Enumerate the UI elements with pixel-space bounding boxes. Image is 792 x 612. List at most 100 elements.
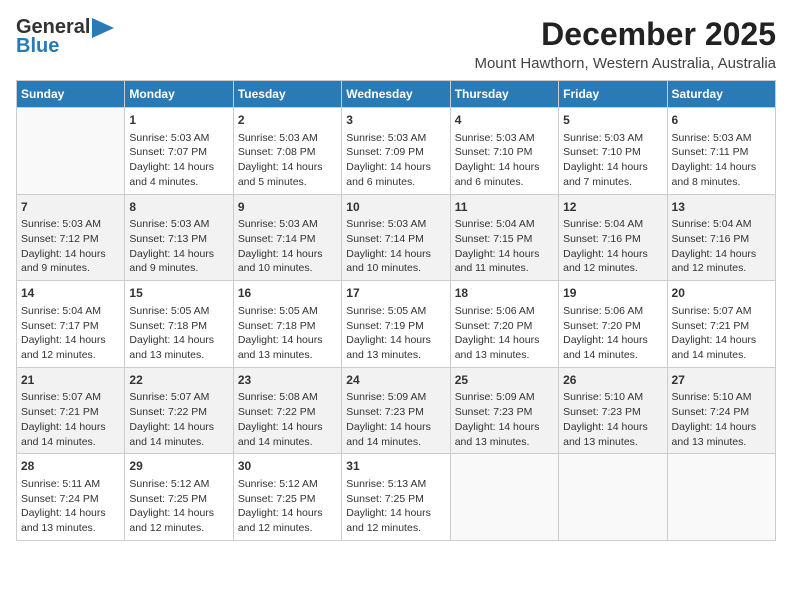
table-row [17, 108, 125, 195]
calendar-week-row: 1Sunrise: 5:03 AM Sunset: 7:07 PM Daylig… [17, 108, 776, 195]
day-number: 25 [455, 372, 554, 389]
day-number: 8 [129, 199, 228, 216]
day-info: Sunrise: 5:04 AM Sunset: 7:16 PM Dayligh… [563, 217, 662, 276]
day-info: Sunrise: 5:10 AM Sunset: 7:24 PM Dayligh… [672, 390, 771, 449]
calendar-table: Sunday Monday Tuesday Wednesday Thursday… [16, 80, 776, 541]
day-number: 20 [672, 285, 771, 302]
day-number: 17 [346, 285, 445, 302]
table-row [450, 454, 558, 541]
day-info: Sunrise: 5:04 AM Sunset: 7:17 PM Dayligh… [21, 304, 120, 363]
table-row: 8Sunrise: 5:03 AM Sunset: 7:13 PM Daylig… [125, 194, 233, 281]
day-number: 14 [21, 285, 120, 302]
location-title: Mount Hawthorn, Western Australia, Austr… [474, 55, 776, 72]
table-row: 15 Sunrise: 5:05 AM Sunset: 7:18 PM Dayli… [125, 281, 233, 368]
calendar-header-row: Sunday Monday Tuesday Wednesday Thursday… [17, 81, 776, 108]
table-row: 10Sunrise: 5:03 AM Sunset: 7:14 PM Dayli… [342, 194, 450, 281]
calendar-week-row: 14 Sunrise: 5:04 AM Sunset: 7:17 PM Dayli… [17, 281, 776, 368]
day-number: 26 [563, 372, 662, 389]
day-number: 18 [455, 285, 554, 302]
table-row: 2 Sunrise: 5:03 AM Sunset: 7:08 PM Daylig… [233, 108, 341, 195]
calendar-week-row: 21Sunrise: 5:07 AM Sunset: 7:21 PM Dayli… [17, 367, 776, 454]
logo: General Blue [16, 16, 114, 58]
table-row: 16Sunrise: 5:05 AM Sunset: 7:18 PM Dayli… [233, 281, 341, 368]
col-monday: Monday [125, 81, 233, 108]
table-row: 11Sunrise: 5:04 AM Sunset: 7:15 PM Dayli… [450, 194, 558, 281]
table-row: 26Sunrise: 5:10 AM Sunset: 7:23 PM Dayli… [559, 367, 667, 454]
day-number: 7 [21, 199, 120, 216]
table-row: 21Sunrise: 5:07 AM Sunset: 7:21 PM Dayli… [17, 367, 125, 454]
table-row [667, 454, 775, 541]
day-info: Sunrise: 5:06 AM Sunset: 7:20 PM Dayligh… [563, 304, 662, 363]
day-info: Sunrise: 5:10 AM Sunset: 7:23 PM Dayligh… [563, 390, 662, 449]
day-number: 30 [238, 458, 337, 475]
col-wednesday: Wednesday [342, 81, 450, 108]
day-info: Sunrise: 5:05 AM Sunset: 7:18 PM Dayligh… [238, 304, 337, 363]
day-info: Sunrise: 5:03 AM Sunset: 7:14 PM Dayligh… [346, 217, 445, 276]
day-info: Sunrise: 5:13 AM Sunset: 7:25 PM Dayligh… [346, 477, 445, 536]
col-saturday: Saturday [667, 81, 775, 108]
logo-arrow-icon [92, 18, 114, 38]
table-row: 1Sunrise: 5:03 AM Sunset: 7:07 PM Daylig… [125, 108, 233, 195]
table-row: 28 Sunrise: 5:11 AM Sunset: 7:24 PM Dayli… [17, 454, 125, 541]
day-number: 15 [129, 285, 228, 302]
day-number: 11 [455, 199, 554, 216]
table-row: 20 Sunrise: 5:07 AM Sunset: 7:21 PM Dayli… [667, 281, 775, 368]
table-row: 25Sunrise: 5:09 AM Sunset: 7:23 PM Dayli… [450, 367, 558, 454]
day-number: 29 [129, 458, 228, 475]
table-row: 14 Sunrise: 5:04 AM Sunset: 7:17 PM Dayli… [17, 281, 125, 368]
day-info: Sunrise: 5:03 AM Sunset: 7:12 PM Dayligh… [21, 217, 120, 276]
day-number: 31 [346, 458, 445, 475]
day-info: Sunrise: 5:07 AM Sunset: 7:22 PM Dayligh… [129, 390, 228, 449]
table-row: 13Sunrise: 5:04 AM Sunset: 7:16 PM Dayli… [667, 194, 775, 281]
table-row: 31 Sunrise: 5:13 AM Sunset: 7:25 PM Dayli… [342, 454, 450, 541]
day-info: Sunrise: 5:03 AM Sunset: 7:07 PM Dayligh… [129, 131, 228, 190]
table-row: 19Sunrise: 5:06 AM Sunset: 7:20 PM Dayli… [559, 281, 667, 368]
col-thursday: Thursday [450, 81, 558, 108]
month-title: December 2025 [474, 16, 776, 53]
day-info: Sunrise: 5:11 AM Sunset: 7:24 PM Dayligh… [21, 477, 120, 536]
logo-blue: Blue [16, 35, 59, 58]
day-number: 9 [238, 199, 337, 216]
day-info: Sunrise: 5:09 AM Sunset: 7:23 PM Dayligh… [346, 390, 445, 449]
day-info: Sunrise: 5:03 AM Sunset: 7:10 PM Dayligh… [455, 131, 554, 190]
day-info: Sunrise: 5:12 AM Sunset: 7:25 PM Dayligh… [129, 477, 228, 536]
day-number: 23 [238, 372, 337, 389]
table-row: 23Sunrise: 5:08 AM Sunset: 7:22 PM Dayli… [233, 367, 341, 454]
col-sunday: Sunday [17, 81, 125, 108]
table-row: 22Sunrise: 5:07 AM Sunset: 7:22 PM Dayli… [125, 367, 233, 454]
day-number: 2 [238, 112, 337, 129]
day-info: Sunrise: 5:05 AM Sunset: 7:18 PM Dayligh… [129, 304, 228, 363]
table-row: 7Sunrise: 5:03 AM Sunset: 7:12 PM Daylig… [17, 194, 125, 281]
day-number: 28 [21, 458, 120, 475]
col-tuesday: Tuesday [233, 81, 341, 108]
calendar-week-row: 7Sunrise: 5:03 AM Sunset: 7:12 PM Daylig… [17, 194, 776, 281]
table-row: 4 Sunrise: 5:03 AM Sunset: 7:10 PM Daylig… [450, 108, 558, 195]
table-row: 18 Sunrise: 5:06 AM Sunset: 7:20 PM Dayli… [450, 281, 558, 368]
day-info: Sunrise: 5:04 AM Sunset: 7:16 PM Dayligh… [672, 217, 771, 276]
day-info: Sunrise: 5:07 AM Sunset: 7:21 PM Dayligh… [21, 390, 120, 449]
day-info: Sunrise: 5:03 AM Sunset: 7:09 PM Dayligh… [346, 131, 445, 190]
day-number: 4 [455, 112, 554, 129]
table-row: 3 Sunrise: 5:03 AM Sunset: 7:09 PM Daylig… [342, 108, 450, 195]
col-friday: Friday [559, 81, 667, 108]
day-info: Sunrise: 5:03 AM Sunset: 7:14 PM Dayligh… [238, 217, 337, 276]
day-info: Sunrise: 5:07 AM Sunset: 7:21 PM Dayligh… [672, 304, 771, 363]
day-number: 3 [346, 112, 445, 129]
day-info: Sunrise: 5:03 AM Sunset: 7:10 PM Dayligh… [563, 131, 662, 190]
table-row [559, 454, 667, 541]
day-info: Sunrise: 5:05 AM Sunset: 7:19 PM Dayligh… [346, 304, 445, 363]
day-info: Sunrise: 5:06 AM Sunset: 7:20 PM Dayligh… [455, 304, 554, 363]
table-row: 29 Sunrise: 5:12 AM Sunset: 7:25 PM Dayli… [125, 454, 233, 541]
day-number: 24 [346, 372, 445, 389]
day-number: 22 [129, 372, 228, 389]
day-number: 21 [21, 372, 120, 389]
table-row: 24Sunrise: 5:09 AM Sunset: 7:23 PM Dayli… [342, 367, 450, 454]
day-number: 5 [563, 112, 662, 129]
table-row: 5 Sunrise: 5:03 AM Sunset: 7:10 PM Daylig… [559, 108, 667, 195]
table-row: 6Sunrise: 5:03 AM Sunset: 7:11 PM Daylig… [667, 108, 775, 195]
day-number: 13 [672, 199, 771, 216]
day-info: Sunrise: 5:03 AM Sunset: 7:13 PM Dayligh… [129, 217, 228, 276]
table-row: 9Sunrise: 5:03 AM Sunset: 7:14 PM Daylig… [233, 194, 341, 281]
day-info: Sunrise: 5:03 AM Sunset: 7:08 PM Dayligh… [238, 131, 337, 190]
day-number: 27 [672, 372, 771, 389]
